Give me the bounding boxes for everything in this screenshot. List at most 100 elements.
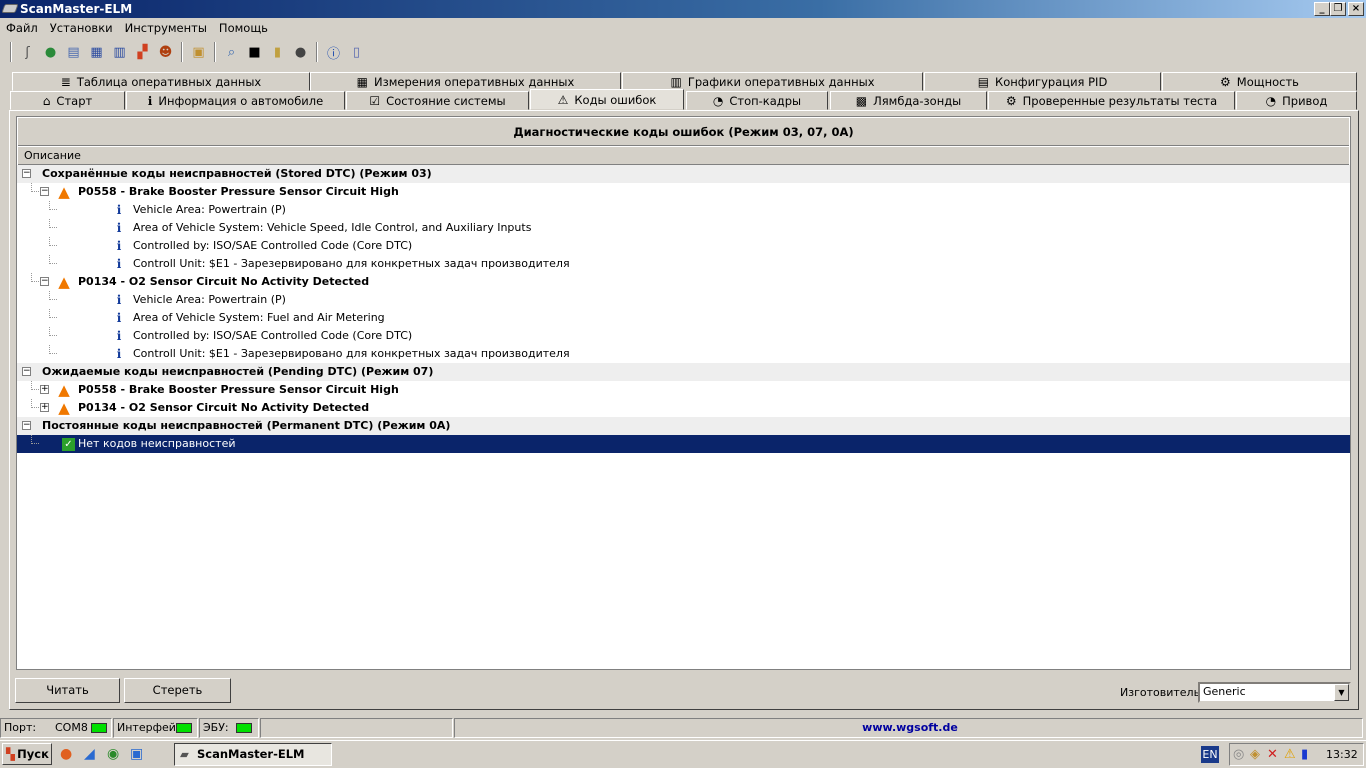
- tree-row[interactable]: i Controlled by: ISO/SAE Controlled Code …: [17, 327, 1350, 345]
- info-icon: i: [116, 347, 122, 361]
- tab-icon: ⚠: [557, 92, 569, 107]
- close-button[interactable]: ×: [1348, 2, 1364, 16]
- tab-tabs_row2-0[interactable]: ⌂ Старт: [10, 91, 125, 110]
- report-icon[interactable]: ▤: [64, 43, 83, 62]
- collapse-icon[interactable]: −: [40, 277, 49, 286]
- tree-row-text: Area of Vehicle System: Fuel and Air Met…: [133, 311, 385, 324]
- menu-help[interactable]: Помощь: [219, 21, 268, 35]
- tree-row[interactable]: i Area of Vehicle System: Fuel and Air Me…: [17, 309, 1350, 327]
- dtc-row[interactable]: − ▲ P0558 - Brake Booster Pressure Sensor …: [17, 183, 1350, 201]
- minimize-button[interactable]: _: [1314, 2, 1330, 16]
- map-icon[interactable]: ▞: [133, 43, 152, 62]
- tree-row[interactable]: ✓ Нет кодов неисправностей: [17, 435, 1350, 453]
- tab-tabs_row1-0[interactable]: ≣ Таблица оперативных данных: [12, 72, 310, 91]
- collapse-icon[interactable]: −: [22, 367, 31, 376]
- info-icon: i: [116, 239, 122, 253]
- tab-tabs_row2-1[interactable]: ℹ Информация о автомобиле: [126, 91, 345, 110]
- maximize-button[interactable]: ❐: [1330, 2, 1346, 16]
- connect-icon[interactable]: ʃ: [18, 43, 37, 62]
- tab-icon: ▩: [855, 93, 868, 108]
- interface-led: [176, 723, 192, 733]
- collapse-icon[interactable]: −: [22, 169, 31, 178]
- tab-tabs_row1-3[interactable]: ▤ Конфигурация PID: [924, 72, 1161, 91]
- clock: 13:32: [1326, 748, 1358, 761]
- ecu-label: ЭБУ:: [203, 721, 229, 734]
- tree-group-row[interactable]: − Постоянные коды неисправностей (Permane…: [17, 417, 1350, 435]
- sync-icon[interactable]: ◎: [1233, 747, 1244, 762]
- expand-icon[interactable]: +: [40, 403, 49, 412]
- tree-row[interactable]: i Vehicle Area: Powertrain (P): [17, 291, 1350, 309]
- exit-icon[interactable]: ▯: [347, 43, 366, 62]
- tab-label: Информация о автомобиле: [158, 93, 324, 108]
- tree-row[interactable]: i Controlled by: ISO/SAE Controlled Code …: [17, 237, 1350, 255]
- tab-icon: ℹ: [147, 93, 153, 108]
- column-header-description[interactable]: Описание: [18, 147, 1349, 165]
- language-indicator[interactable]: EN: [1201, 746, 1219, 763]
- dtc-row[interactable]: + ▲ P0134 - O2 Sensor Circuit No Activity …: [17, 399, 1350, 417]
- tree-line: [49, 237, 57, 246]
- tab-icon: ⚙: [1220, 74, 1231, 89]
- toolbar: ʃ ● ▤ ▦ ▥ ▞ ☻ ▣ ⌕ ■ ▮ ● ⓘ ▯: [0, 39, 1366, 65]
- dtc-row[interactable]: + ▲ P0558 - Brake Booster Pressure Sensor …: [17, 381, 1350, 399]
- firefox-icon[interactable]: ●: [60, 746, 72, 762]
- media-player-icon[interactable]: ◉: [107, 746, 119, 762]
- tab-tabs_row2-2[interactable]: ☑ Состояние системы: [346, 91, 529, 110]
- clipboard-icon[interactable]: ▣: [189, 43, 208, 62]
- dtc-row[interactable]: − ▲ P0134 - O2 Sensor Circuit No Activity …: [17, 273, 1350, 291]
- toolbar-separator: [181, 42, 183, 62]
- tab-tabs_row1-4[interactable]: ⚙ Мощность: [1162, 72, 1357, 91]
- tree-row[interactable]: i Vehicle Area: Powertrain (P): [17, 201, 1350, 219]
- table-icon[interactable]: ▦: [87, 43, 106, 62]
- tree-row[interactable]: i Area of Vehicle System: Vehicle Speed, …: [17, 219, 1350, 237]
- info-icon[interactable]: ⓘ: [324, 43, 343, 62]
- tree-row[interactable]: i Controll Unit: $E1 - Зарезервировано дл…: [17, 345, 1350, 363]
- gauge-icon[interactable]: ●: [291, 43, 310, 62]
- menu-settings[interactable]: Установки: [50, 21, 113, 35]
- manufacturer-select[interactable]: Generic ▼: [1198, 682, 1351, 703]
- clear-button[interactable]: Стереть: [124, 678, 231, 703]
- tree-group-row[interactable]: − Ожидаемые коды неисправностей (Pending …: [17, 363, 1350, 381]
- tree-line: [49, 309, 57, 318]
- user-icon[interactable]: ☻: [156, 43, 175, 62]
- tab-label: Мощность: [1236, 74, 1299, 89]
- tab-icon: ▥: [670, 74, 682, 89]
- network-disconnected-icon[interactable]: ✕: [1267, 747, 1278, 762]
- website-link[interactable]: www.wgsoft.de: [454, 718, 1363, 738]
- tab-tabs_row2-7[interactable]: ◔ Привод: [1236, 91, 1357, 110]
- tree-row-text: P0558 - Brake Booster Pressure Sensor Ci…: [78, 185, 399, 198]
- tab-tabs_row2-6[interactable]: ⚙ Проверенные результаты теста: [988, 91, 1235, 110]
- tab-tabs_row2-4[interactable]: ◔ Стоп-кадры: [686, 91, 828, 110]
- terminal-icon[interactable]: ■: [245, 43, 264, 62]
- battery-icon[interactable]: ▮: [268, 43, 287, 62]
- menu-tools[interactable]: Инструменты: [125, 21, 207, 35]
- collapse-icon[interactable]: −: [40, 187, 49, 196]
- menu-file[interactable]: Файл: [6, 21, 38, 35]
- read-button[interactable]: Читать: [15, 678, 120, 703]
- info-icon: i: [116, 221, 122, 235]
- chart-icon[interactable]: ▥: [110, 43, 129, 62]
- package-icon[interactable]: ◈: [1250, 747, 1260, 762]
- chevron-down-icon[interactable]: ▼: [1334, 684, 1349, 701]
- tab-tabs_row2-5[interactable]: ▩ Лямбда-зонды: [830, 91, 987, 110]
- collapse-icon[interactable]: −: [22, 421, 31, 430]
- taskbar-app-scanmaster[interactable]: ▰ ScanMaster-ELM: [174, 743, 332, 766]
- globe-icon[interactable]: ●: [41, 43, 60, 62]
- warning-icon: ▲: [58, 381, 70, 399]
- tree-line: [49, 345, 57, 354]
- dtc-tree[interactable]: Диагностические коды ошибок (Режим 03, 0…: [16, 116, 1351, 670]
- info-icon: i: [116, 311, 122, 325]
- tree-row-text: Controll Unit: $E1 - Зарезервировано для…: [133, 347, 570, 360]
- tab-tabs_row2-3[interactable]: ⚠ Коды ошибок: [530, 89, 684, 110]
- warning-icon[interactable]: ⚠: [1284, 747, 1296, 762]
- desktop-icon[interactable]: ▣: [130, 746, 143, 762]
- battery-tray-icon[interactable]: ▮: [1301, 747, 1308, 762]
- expand-icon[interactable]: +: [40, 385, 49, 394]
- tree-row-text: Ожидаемые коды неисправностей (Pending D…: [42, 365, 434, 378]
- shark-icon[interactable]: ◢: [84, 746, 95, 762]
- tree-row-text: Controlled by: ISO/SAE Controlled Code (…: [133, 239, 413, 252]
- tree-group-row[interactable]: − Сохранённые коды неисправностей (Stored…: [17, 165, 1350, 183]
- start-button[interactable]: ▚ Пуск: [2, 743, 52, 765]
- tree-row-text: Vehicle Area: Powertrain (P): [133, 203, 286, 216]
- search-icon[interactable]: ⌕: [222, 43, 241, 62]
- tree-row[interactable]: i Controll Unit: $E1 - Зарезервировано дл…: [17, 255, 1350, 273]
